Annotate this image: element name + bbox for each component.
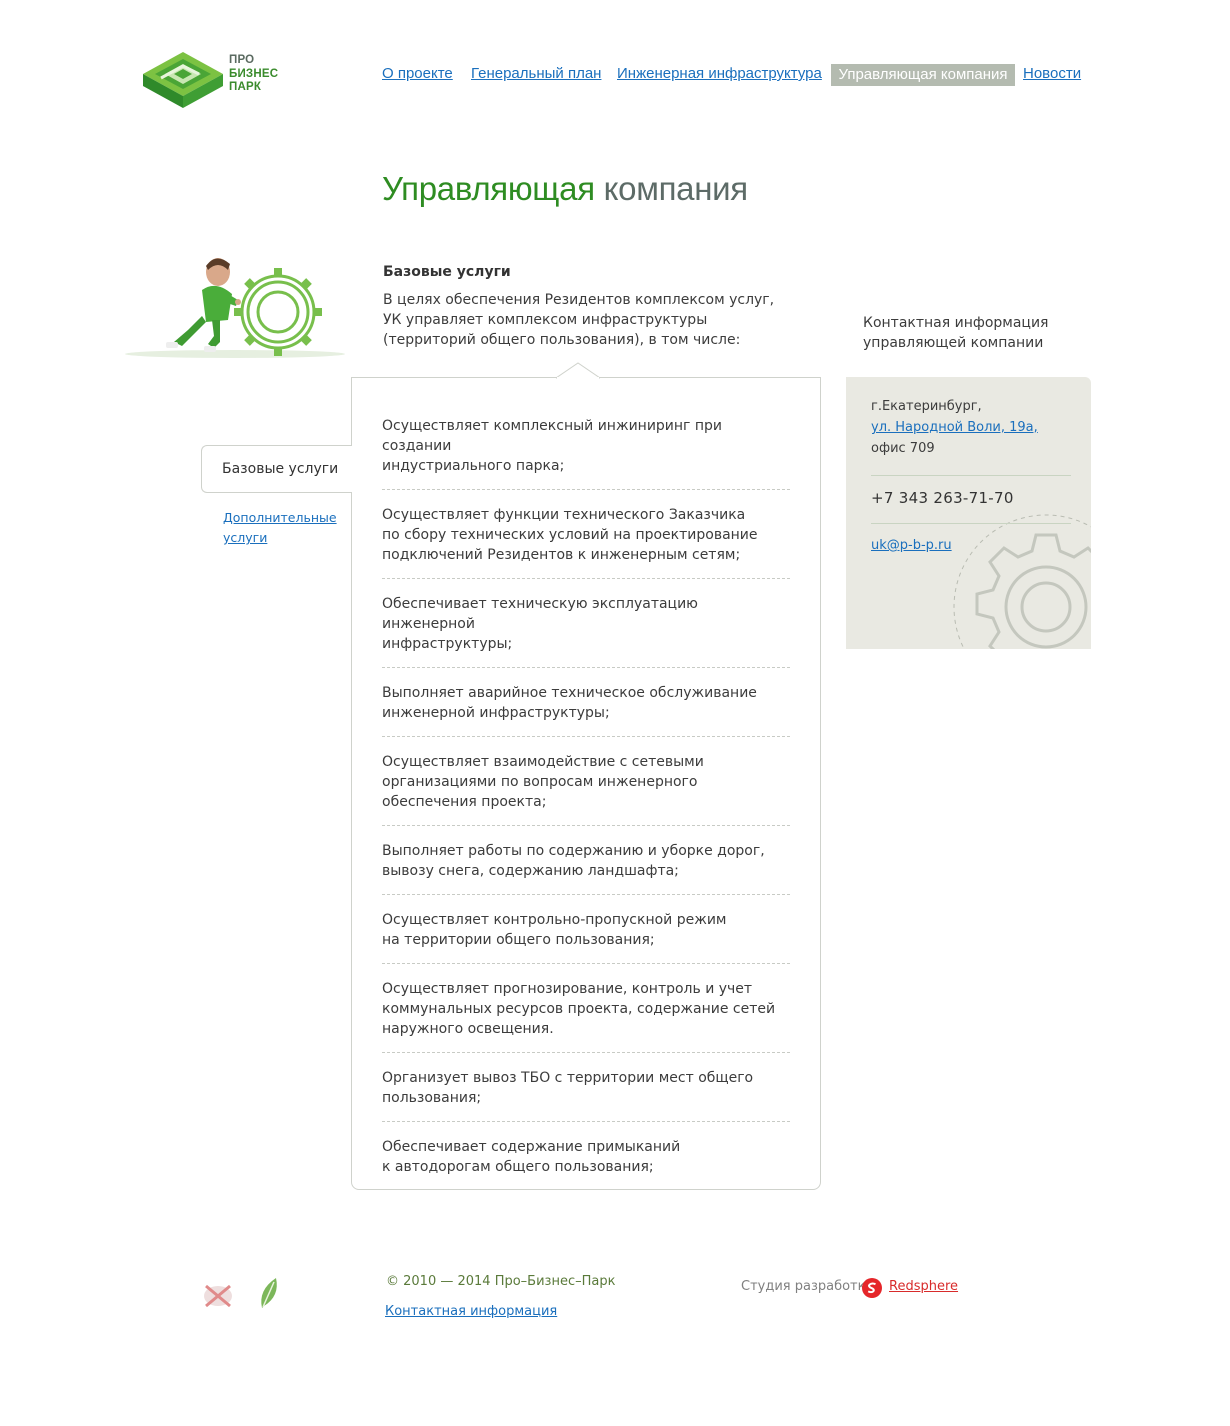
list-item: Осуществляет контрольно-пропускной режим… [382,910,790,964]
list-item: Обеспечивает техническую эксплуатацию ин… [382,594,790,668]
nav-item-master-plan[interactable]: Генеральный план [471,64,601,84]
page-title-part-1: Управляющая [382,170,595,207]
contact-address-link[interactable]: ул. Народной Воли, 19а, [871,418,1038,438]
services-list: Осуществляет комплексный инжиниринг при … [382,416,790,1205]
list-item: Осуществляет функции технического Заказч… [382,505,790,579]
studio-link[interactable]: Redsphere [889,1279,958,1294]
logo-line-3: ПАРК [229,81,262,93]
contact-panel: г.Екатеринбург, ул. Народной Воли, 19а, … [846,377,1091,649]
list-item: Выполняет работы по содержанию и уборке … [382,841,790,895]
gear-icon [953,514,1091,649]
logo-cube-icon [143,52,223,108]
logo-line-1: ПРО [229,54,255,66]
copyright: © 2010 — 2014 Про–Бизнес–Парк [386,1274,616,1289]
nav-item-engineering[interactable]: Инженерная инфраструктура [617,64,822,84]
logo-line-2: БИЗНЕС [229,67,279,80]
mascot-gear-illustration [120,250,350,365]
contact-office: офис 709 [871,441,935,456]
crossed-out-icon[interactable] [200,1280,236,1310]
intro-text: В целях обеспечения Резидентов комплексо… [383,292,775,348]
redsphere-logo-icon[interactable] [862,1278,882,1298]
leaf-icon[interactable] [258,1276,280,1310]
list-item: Осуществляет комплексный инжиниринг при … [382,416,790,490]
page-title: Управляющая компания [382,170,748,208]
tab-basic-services[interactable]: Базовые услуги [201,445,352,493]
list-item: Осуществляет прогнозирование, контроль и… [382,979,790,1053]
nav-item-news[interactable]: Новости [1023,64,1081,84]
contact-phone: +7 343 263-71-70 [871,489,1014,507]
list-item: Осуществляет взаимодействие с сетевыми о… [382,752,790,826]
studio-label: Студия разработк [741,1279,866,1294]
intro-heading: Базовые услуги [383,264,511,280]
box-notch [556,362,600,379]
contact-city: г.Екатеринбург, [871,399,982,414]
list-item: Выполняет аварийное техническое обслужив… [382,683,790,737]
nav-item-about[interactable]: О проекте [382,64,453,84]
list-item: Обеспечивает содержание примыканий к авт… [382,1139,681,1175]
divider [871,523,1071,524]
list-item: Организует вывоз ТБО с территории мест о… [382,1068,790,1122]
contact-heading: Контактная информация управляющей компан… [863,315,1049,351]
tab-additional-services[interactable]: Дополнительные услуги [223,508,343,548]
divider [871,475,1071,476]
nav-item-management-company[interactable]: Управляющая компания [831,64,1015,86]
footer-contact-link[interactable]: Контактная информация [385,1304,557,1319]
site-logo[interactable]: ПРО БИЗНЕС ПАРК [141,48,291,110]
page-title-part-2: компания [603,170,749,207]
contact-email-link[interactable]: uk@p-b-p.ru [871,538,952,553]
services-panel: Осуществляет комплексный инжиниринг при … [351,377,821,1190]
